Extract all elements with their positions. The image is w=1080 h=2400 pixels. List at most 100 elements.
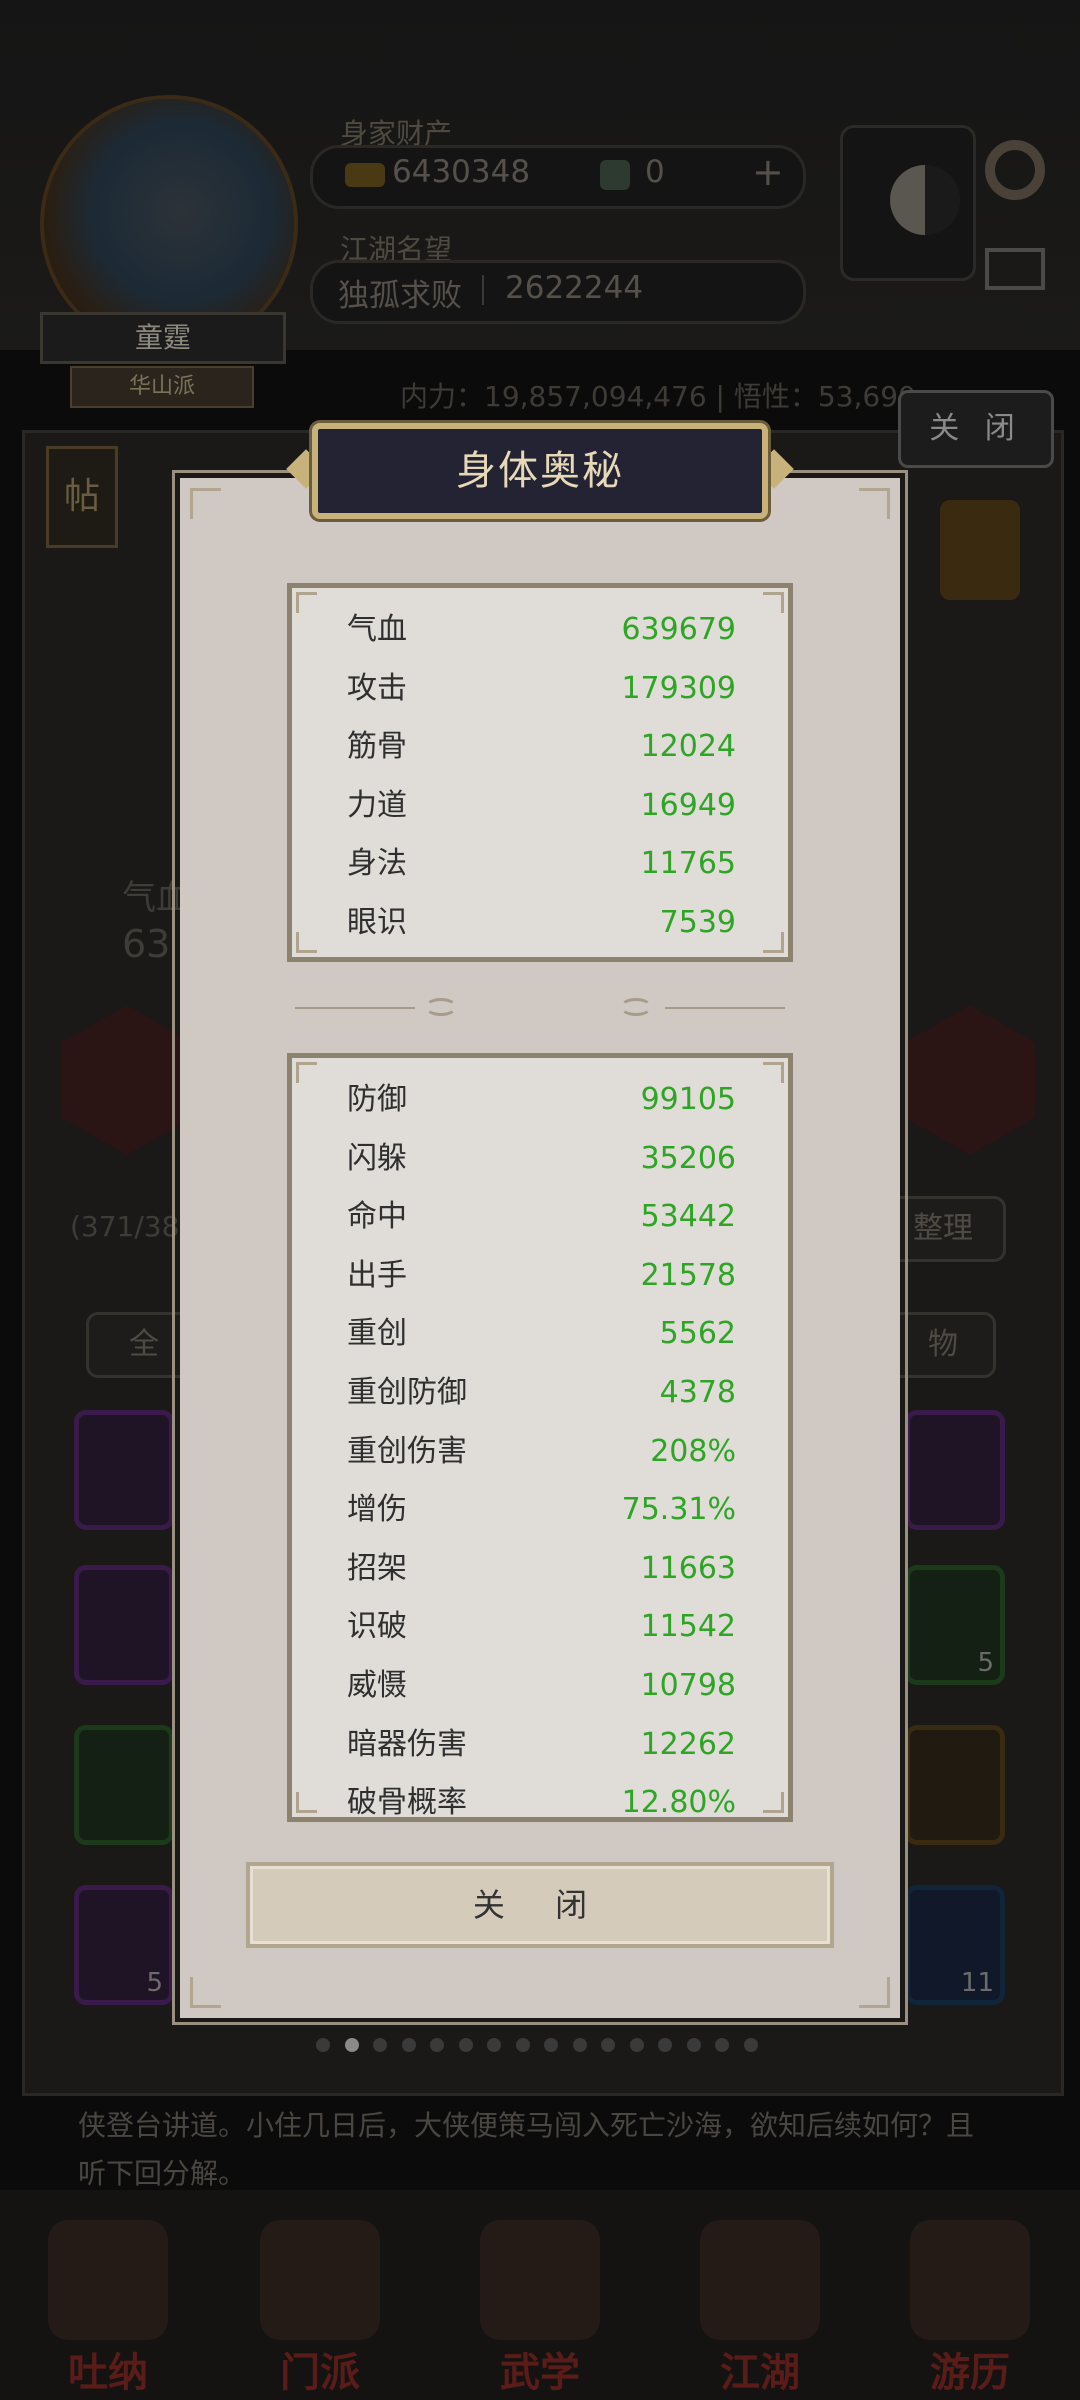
stat-row: 重创 5562 [292,1304,788,1363]
nav-wuxue[interactable]: 武学 [460,2210,620,2396]
stat-name: 增伤 [347,1492,407,1528]
mail-icon[interactable] [985,248,1045,290]
divider-line [665,1007,785,1009]
page-dot[interactable] [401,2038,416,2052]
divider-ornament [425,998,457,1016]
nav-tuna[interactable]: 吐纳 [28,2210,188,2396]
bag-slot[interactable] [905,1410,1005,1530]
stat-value: 16949 [640,787,736,823]
divider-line [295,1007,415,1009]
stat-row: 闪躲 35206 [292,1129,788,1188]
stat-row: 防御 99105 [292,1070,788,1129]
page-dot[interactable] [686,2038,701,2052]
corner-ornament [296,592,317,613]
nav-label: 江湖 [720,2350,800,2396]
page-dot[interactable] [629,2038,644,2052]
nav-menpai[interactable]: 门派 [240,2210,400,2396]
stat-row: 威慑 10798 [292,1656,788,1715]
stat-row: 重创伤害 208% [292,1422,788,1481]
page-dot[interactable] [487,2038,501,2052]
fame-divider [482,275,484,305]
stat-value: 75.31% [621,1492,736,1528]
stat-name: 闪躲 [347,1140,407,1176]
nav-jianghu[interactable]: 江湖 [680,2210,840,2396]
bag-slot[interactable] [905,1725,1005,1845]
player-name: 童霆 [40,312,286,364]
stat-value: 21578 [640,1257,736,1293]
page-dot[interactable] [344,2038,359,2052]
youli-icon [910,2220,1030,2340]
lantern-icon[interactable] [940,500,1020,600]
stat-row: 增伤 75.31% [292,1480,788,1539]
nav-youli[interactable]: 游历 [890,2210,1050,2396]
nav-label: 吐纳 [68,2350,148,2396]
corner-ornament [296,1062,317,1083]
add-currency-button[interactable]: + [752,150,784,194]
player-sect: 华山派 [70,366,254,408]
bag-slot[interactable]: 5 [74,1885,174,2005]
page-dot[interactable] [515,2038,530,2052]
corner-ornament [859,1977,890,2008]
nav-label: 武学 [500,2350,580,2396]
qixue-value-partial: 63 [122,922,171,966]
stat-value: 4378 [659,1375,736,1410]
stat-name: 招架 [347,1550,407,1586]
bag-slot[interactable]: 11 [905,1885,1005,2005]
stat-value: 7539 [659,905,736,940]
bag-slot[interactable] [74,1565,174,1685]
page-dot[interactable] [458,2038,473,2052]
tie-button[interactable]: 帖 [46,446,118,548]
bag-slot[interactable]: 5 [905,1565,1005,1685]
stat-row: 攻击 179309 [292,659,788,718]
stat-value: 35206 [640,1140,736,1176]
corner-ornament [190,488,221,519]
stat-row: 筋骨 12024 [292,717,788,776]
nav-label: 游历 [930,2350,1010,2396]
page-dot[interactable] [715,2038,729,2052]
stat-name: 命中 [347,1199,407,1235]
slot-count: 11 [960,1968,994,1998]
page-dot[interactable] [658,2038,672,2052]
stat-value: 179309 [621,670,736,706]
bag-count: (371/38 [70,1210,180,1243]
menpai-icon [260,2220,380,2340]
stat-value: 10798 [640,1668,736,1703]
gear-icon[interactable] [985,140,1045,200]
bag-slot[interactable] [74,1410,174,1530]
page-dot[interactable] [373,2038,387,2052]
page-dot[interactable] [430,2038,444,2052]
background-close-button[interactable]: 关 闭 [898,390,1054,468]
advanced-stats-box[interactable]: 防御 99105 闪躲 35206 命中 53442 出手 21578 重创 5562 重创防御 43… [287,1053,793,1822]
stat-value: 11765 [640,846,736,882]
stat-row: 暗器伤害 12262 [292,1715,788,1774]
stat-value: 12024 [640,729,736,765]
page-dot[interactable] [572,2038,587,2052]
stat-row: 出手 21578 [292,1246,788,1305]
stat-value: 11663 [640,1550,736,1586]
page-dot[interactable] [316,2038,330,2052]
stat-name: 威慑 [347,1668,407,1703]
modal-close-button[interactable]: 关 闭 [246,1862,834,1948]
stat-value: 53442 [640,1199,736,1235]
page-dot[interactable] [743,2038,758,2052]
title-name: 独孤求败 [338,278,462,314]
corner-ornament [763,1062,784,1083]
corner-ornament [859,488,890,519]
stat-name: 出手 [347,1257,407,1293]
stat-name: 破骨概率 [347,1785,467,1821]
stat-row: 命中 53442 [292,1187,788,1246]
divider-ornament [620,998,652,1016]
page-dot[interactable] [544,2038,558,2052]
stat-name: 身法 [347,846,407,882]
stat-value: 5562 [659,1316,736,1352]
basic-stats-box: 气血 639679 攻击 179309 筋骨 12024 力道 16949 身法 11765 眼识 7… [287,583,793,962]
bag-slot[interactable] [74,1725,174,1845]
corner-ornament [763,592,784,613]
corner-ornament [763,932,784,953]
slot-count: 5 [146,1968,163,1998]
page-dot[interactable] [601,2038,615,2052]
stat-row: 身法 11765 [292,834,788,893]
stat-value: 12262 [640,1726,736,1762]
tickets-value: 0 [645,154,665,190]
stat-row: 眼识 7539 [292,893,788,952]
